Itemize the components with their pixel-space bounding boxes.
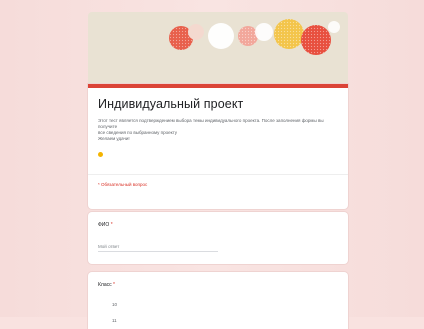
question-title: ФИО — [98, 222, 110, 228]
form-column: Индивидуальный проект Этот тест является… — [88, 12, 348, 329]
form-description-line: Желаем удачи! — [98, 136, 130, 141]
form-title: Индивидуальный проект — [98, 97, 244, 111]
question-card-class: Класс * 10 11 — [88, 272, 348, 329]
question-card-fio: ФИО * Мой ответ — [88, 212, 348, 264]
required-field-note: * Обязательный вопрос — [98, 182, 148, 187]
question-label: ФИО * — [98, 222, 113, 228]
decorative-dot-icon — [98, 152, 103, 157]
class-option[interactable]: 11 — [112, 318, 117, 323]
fio-answer-input[interactable]: Мой ответ — [98, 244, 218, 252]
required-asterisk: * — [113, 282, 115, 288]
class-option[interactable]: 10 — [112, 302, 117, 307]
question-title: Класс — [98, 282, 112, 288]
decorative-circles-graphic — [169, 19, 340, 55]
divider — [88, 174, 348, 175]
question-label: Класс * — [98, 282, 115, 288]
form-description-line: Этот тест является подтверждением выбора… — [98, 118, 324, 129]
form-description: Этот тест является подтверждением выбора… — [98, 118, 334, 142]
required-asterisk: * — [110, 222, 113, 228]
form-header-banner — [88, 12, 348, 84]
form-title-card: Индивидуальный проект Этот тест является… — [88, 84, 348, 209]
